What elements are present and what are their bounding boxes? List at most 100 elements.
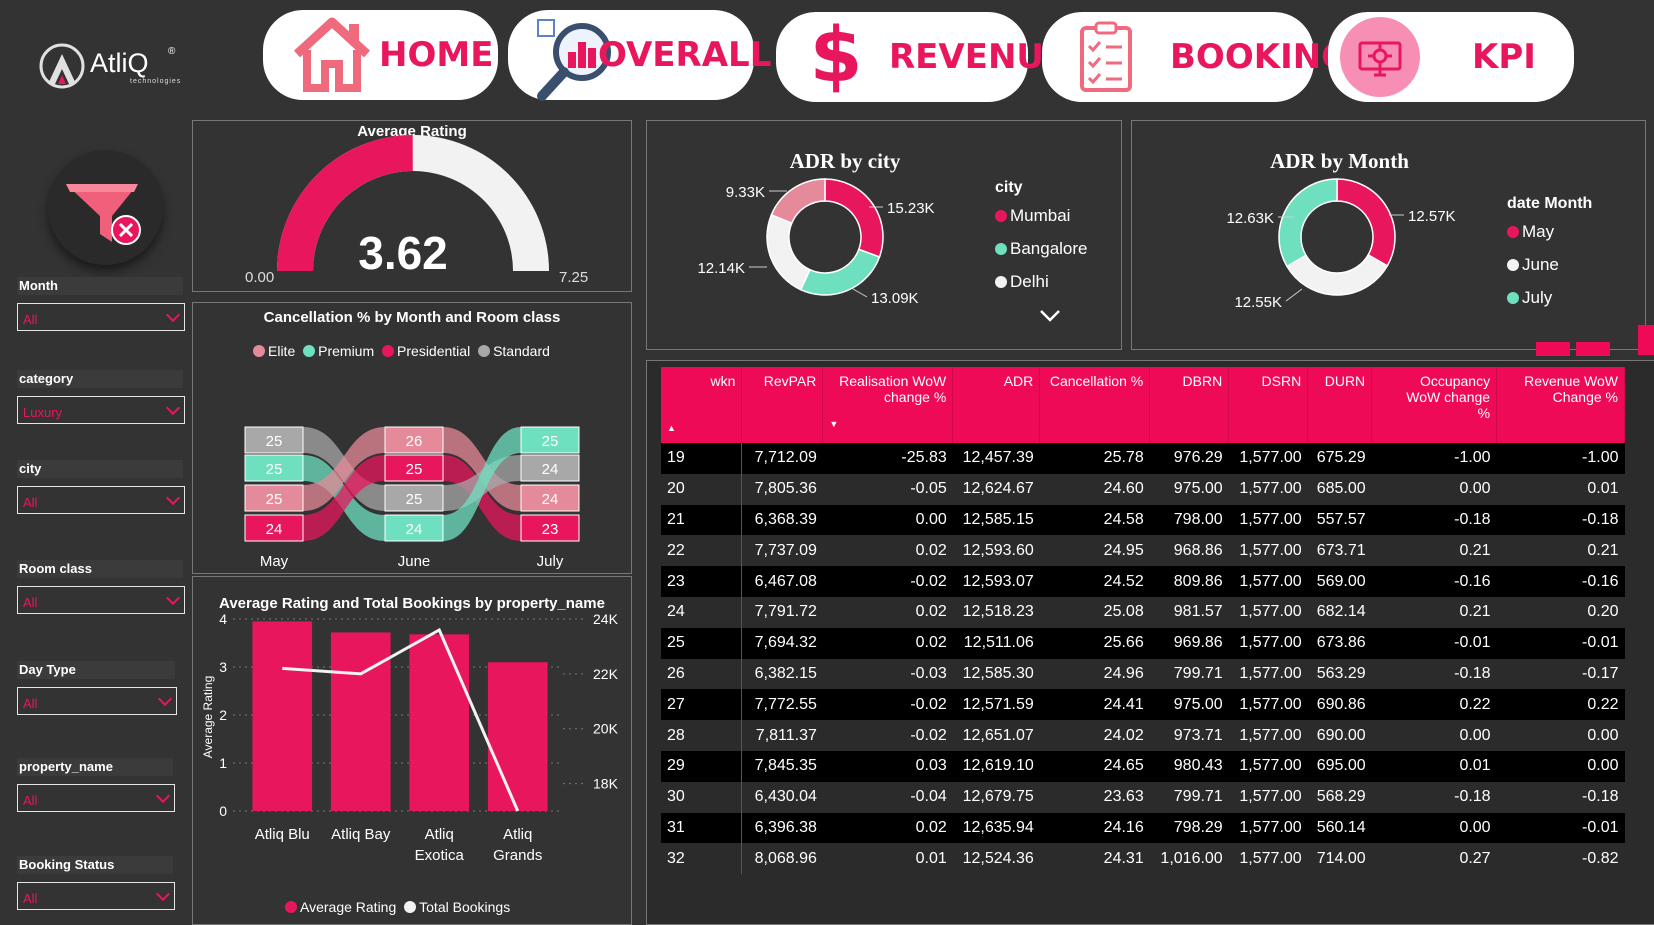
column-header[interactable]: DURN: [1307, 367, 1373, 443]
table-cell: 560.14: [1307, 812, 1372, 844]
table-row[interactable]: 31 6,396.38 0.02 12,635.94 24.16 798.29 1,577.…: [661, 812, 1625, 844]
line-total-bookings[interactable]: [282, 627, 520, 812]
table-cell: 12,593.60: [952, 535, 1040, 567]
column-header[interactable]: Cancellation %: [1039, 367, 1151, 443]
y-tick-label: 1: [219, 755, 227, 771]
table-cell: 568.29: [1307, 781, 1372, 813]
donut-slice-june[interactable]: [1285, 253, 1389, 296]
table-row[interactable]: 25 7,694.32 0.02 12,511.06 25.66 969.86 1,577.…: [661, 627, 1625, 659]
table-row[interactable]: 21 6,368.39 0.00 12,585.15 24.58 798.00 1,577.…: [661, 504, 1625, 536]
filter-dropdown-booking-status[interactable]: All: [17, 882, 175, 910]
table-row[interactable]: 19 7,712.09 -25.83 12,457.39 25.78 976.29 1,57…: [661, 443, 1625, 474]
table-cell: 0.01: [1371, 750, 1497, 782]
table-cell: 0.02: [822, 535, 953, 567]
table-cell: 714.00: [1307, 843, 1372, 875]
filter-dropdown-month[interactable]: All: [17, 303, 185, 331]
table-cell: 6,382.15: [741, 658, 823, 690]
legend-scroll-down-icon[interactable]: [1039, 309, 1061, 323]
table-cell: -0.16: [1496, 566, 1625, 597]
combo-chart: 4 3 2 1 0 24K 22K 20K 18K Average Rating Atliq Blu…: [201, 611, 619, 864]
table-row[interactable]: 27 7,772.55 -0.02 12,571.59 24.41 975.00 1,577…: [661, 689, 1625, 721]
table-cell: 0.21: [1496, 535, 1625, 567]
filter-dropdown-city[interactable]: All: [17, 486, 185, 514]
bar-average-rating[interactable]: [330, 632, 391, 811]
table-cell: 24.58: [1039, 504, 1150, 536]
column-header[interactable]: ADR: [952, 367, 1041, 443]
donut-slice-other[interactable]: [770, 178, 826, 225]
filter-dropdown-category[interactable]: Luxury: [17, 396, 185, 424]
table-row[interactable]: 32 8,068.96 0.01 12,524.36 24.31 1,016.00 1,57…: [661, 843, 1625, 875]
column-header[interactable]: Realisation WoW change % ▼: [822, 367, 954, 443]
sort-descending-icon[interactable]: ▼: [829, 419, 946, 429]
column-header[interactable]: RevPAR: [741, 367, 824, 443]
table-row[interactable]: 24 7,791.72 0.02 12,518.23 25.08 981.57 1,577.…: [661, 596, 1625, 628]
nav-home-button[interactable]: HOME: [263, 10, 498, 100]
table-cell: 1,577.00: [1228, 596, 1308, 628]
table-cell: 24.52: [1039, 566, 1150, 597]
table-cell: 1,577.00: [1228, 781, 1308, 813]
clear-filters-button[interactable]: [48, 150, 163, 265]
table-cell: -0.02: [822, 689, 953, 721]
y2-tick-label: 22K: [593, 666, 619, 682]
table-cell: -0.02: [822, 566, 953, 597]
nav-revenue-button[interactable]: $ REVENUE: [776, 12, 1067, 102]
column-header[interactable]: DSRN: [1228, 367, 1309, 443]
table-cell: 1,577.00: [1228, 443, 1308, 474]
table-cell: -0.18: [1496, 781, 1625, 813]
table-row[interactable]: 22 7,737.09 0.02 12,593.60 24.95 968.86 1,577.…: [661, 535, 1625, 567]
table-row[interactable]: 23 6,467.08 -0.02 12,593.07 24.52 809.86 1,577…: [661, 566, 1625, 597]
nav-kpi-button[interactable]: KPI: [1328, 12, 1574, 102]
nav-overall-button[interactable]: OVERALL: [508, 10, 771, 101]
column-header[interactable]: Occupancy WoW change%: [1371, 367, 1498, 443]
table-cell: 973.71: [1149, 720, 1229, 751]
donut-slice-july[interactable]: [1278, 178, 1338, 268]
table-row[interactable]: 20 7,805.36 -0.05 12,624.67 24.60 975.00 1,577…: [661, 473, 1625, 505]
filter-dropdown-day-type[interactable]: All: [17, 687, 177, 715]
donut-slice-delhi[interactable]: [766, 213, 811, 291]
table-cell: 0.00: [1371, 812, 1497, 844]
filter-dropdown-room-class[interactable]: All: [17, 586, 185, 614]
ribbon-value-label: 24: [266, 521, 283, 538]
nav-home-label: HOME: [379, 35, 494, 75]
brand-reg: ®: [168, 46, 176, 57]
table-row[interactable]: 26 6,382.15 -0.03 12,585.30 24.96 799.71 1,577…: [661, 658, 1625, 690]
nav-booking-button[interactable]: BOOKING: [1042, 12, 1349, 102]
bar-average-rating[interactable]: [252, 621, 313, 811]
column-header[interactable]: DBRN: [1149, 367, 1230, 443]
visual-header-button[interactable]: [1638, 325, 1654, 355]
table-cell: 25.66: [1039, 627, 1150, 659]
table-cell: 24.96: [1039, 658, 1150, 690]
legend-june: June: [1507, 248, 1592, 281]
table-cell: -0.18: [1371, 504, 1497, 536]
table-row[interactable]: 28 7,811.37 -0.02 12,651.07 24.02 973.71 1,577…: [661, 720, 1625, 751]
column-header-line: Occupancy: [1420, 373, 1491, 389]
table-row[interactable]: 30 6,430.04 -0.04 12,679.75 23.63 799.71 1,577…: [661, 781, 1625, 813]
donut-label: 12.63K: [1226, 210, 1274, 227]
sort-ascending-icon[interactable]: ▲: [667, 423, 735, 433]
bar-average-rating[interactable]: [487, 662, 548, 811]
ribbon-month-label: July: [537, 553, 564, 570]
table-cell: -0.18: [1496, 504, 1625, 536]
table-cell: 569.00: [1307, 566, 1372, 597]
bar-average-rating[interactable]: [409, 634, 470, 811]
table-cell: 0.21: [1371, 535, 1497, 567]
y-tick-label: 4: [219, 611, 227, 627]
table-cell: 0.02: [822, 627, 953, 659]
leader-line: [852, 288, 868, 298]
filter-dropdown-property-name[interactable]: All: [17, 784, 175, 812]
table-cell: 7,845.35: [741, 750, 823, 782]
column-header[interactable]: wkn ▲: [661, 367, 743, 443]
visual-header-button[interactable]: [1536, 342, 1570, 356]
donut-slice-may[interactable]: [1336, 178, 1396, 267]
donut-slice-bangalore[interactable]: [799, 248, 881, 296]
donut-slice-mumbai[interactable]: [824, 178, 884, 258]
column-header[interactable]: Revenue WoW Change %: [1496, 367, 1625, 443]
table-cell: 6,467.08: [741, 566, 823, 597]
nav-kpi-label: KPI: [1472, 37, 1536, 77]
table-cell: 12,571.59: [952, 689, 1040, 721]
table-cell: 976.29: [1149, 443, 1229, 474]
nav-revenue-label: REVENUE: [889, 37, 1068, 77]
table-row[interactable]: 29 7,845.35 0.03 12,619.10 24.65 980.43 1,577.…: [661, 750, 1625, 782]
table-cell: 31: [661, 812, 743, 844]
visual-header-button[interactable]: [1576, 342, 1610, 356]
